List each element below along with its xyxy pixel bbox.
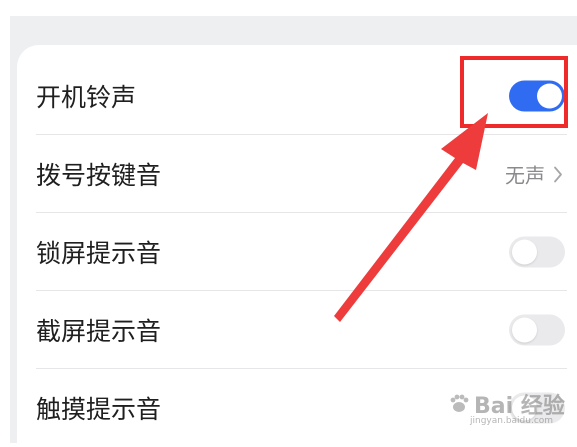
baidu-paw-icon bbox=[450, 394, 469, 412]
watermark-subtext: jingyan.baidu.com bbox=[470, 416, 554, 426]
annotation-arrow-icon bbox=[334, 113, 488, 322]
baidu-watermark: Bai 经验 jingyan.baidu.com bbox=[448, 388, 565, 426]
